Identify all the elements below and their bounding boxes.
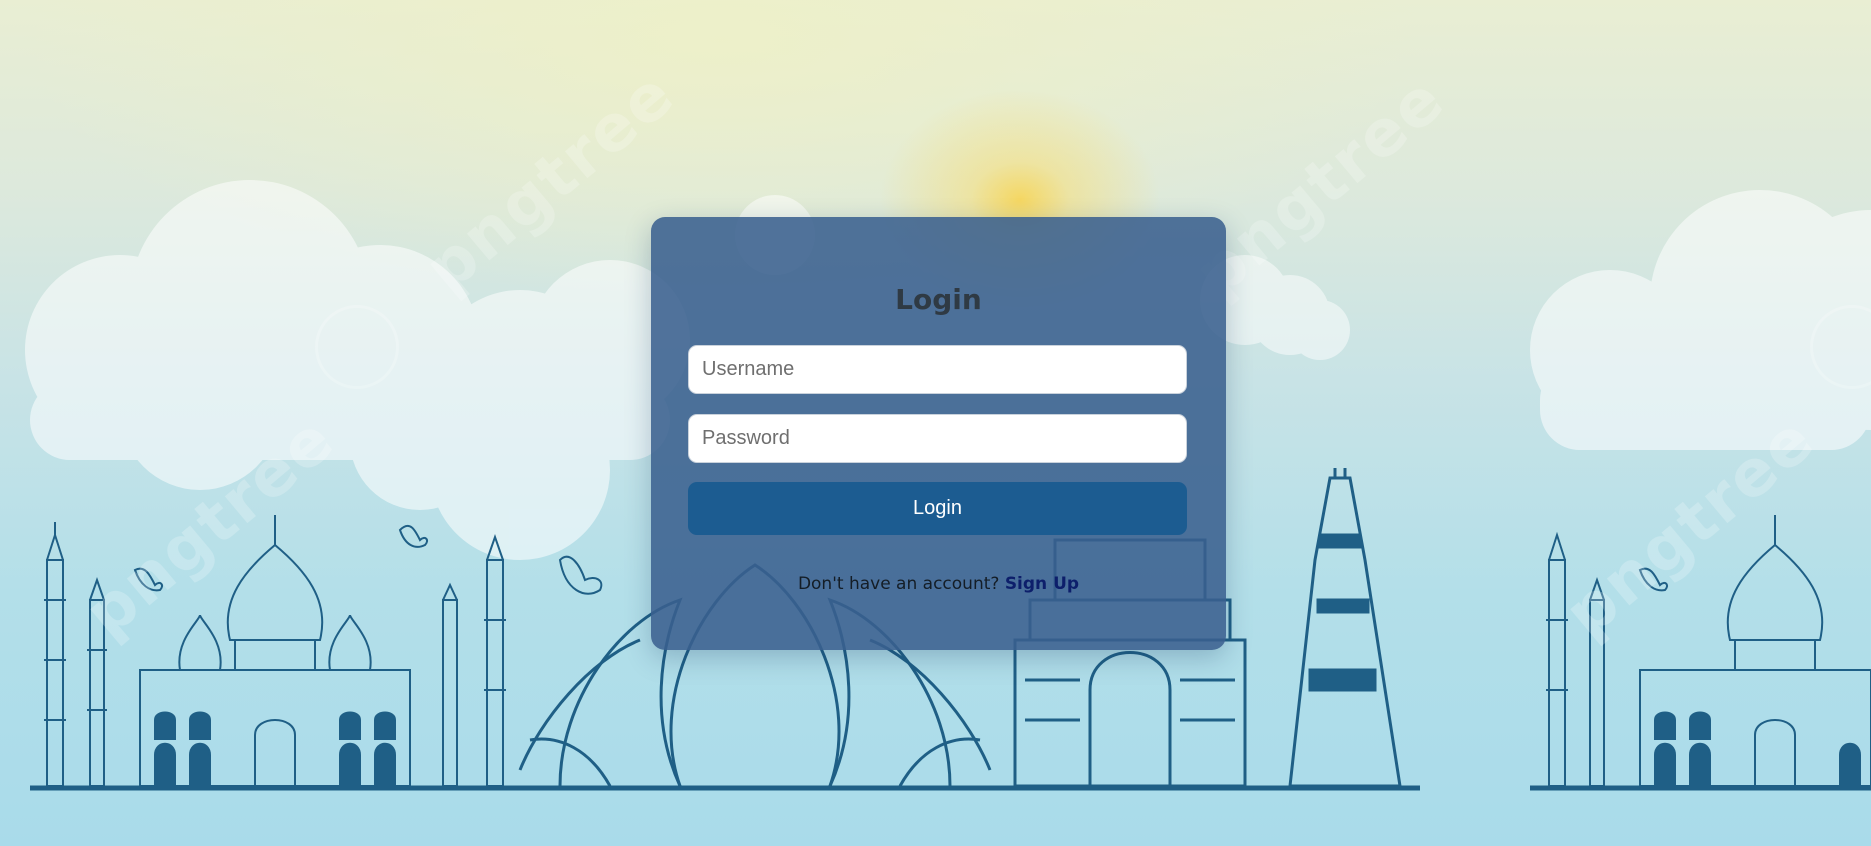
username-input[interactable] <box>688 345 1187 394</box>
watermark-badge <box>315 305 399 389</box>
qutub-minar-icon <box>1288 468 1402 788</box>
signup-prompt-line: Don't have an account? Sign Up <box>651 574 1226 594</box>
login-card: Login Login Don't have an account? Sign … <box>651 217 1226 650</box>
login-button[interactable]: Login <box>688 482 1187 535</box>
signup-link[interactable]: Sign Up <box>1005 574 1079 594</box>
signup-prompt-text: Don't have an account? <box>797 574 1000 594</box>
login-page: pngtree pngtree pngtree pngtree Login Lo… <box>0 0 1871 846</box>
login-title: Login <box>895 283 982 316</box>
password-input[interactable] <box>688 414 1187 463</box>
minaret-icon <box>44 522 107 787</box>
minaret-icon <box>442 533 506 787</box>
